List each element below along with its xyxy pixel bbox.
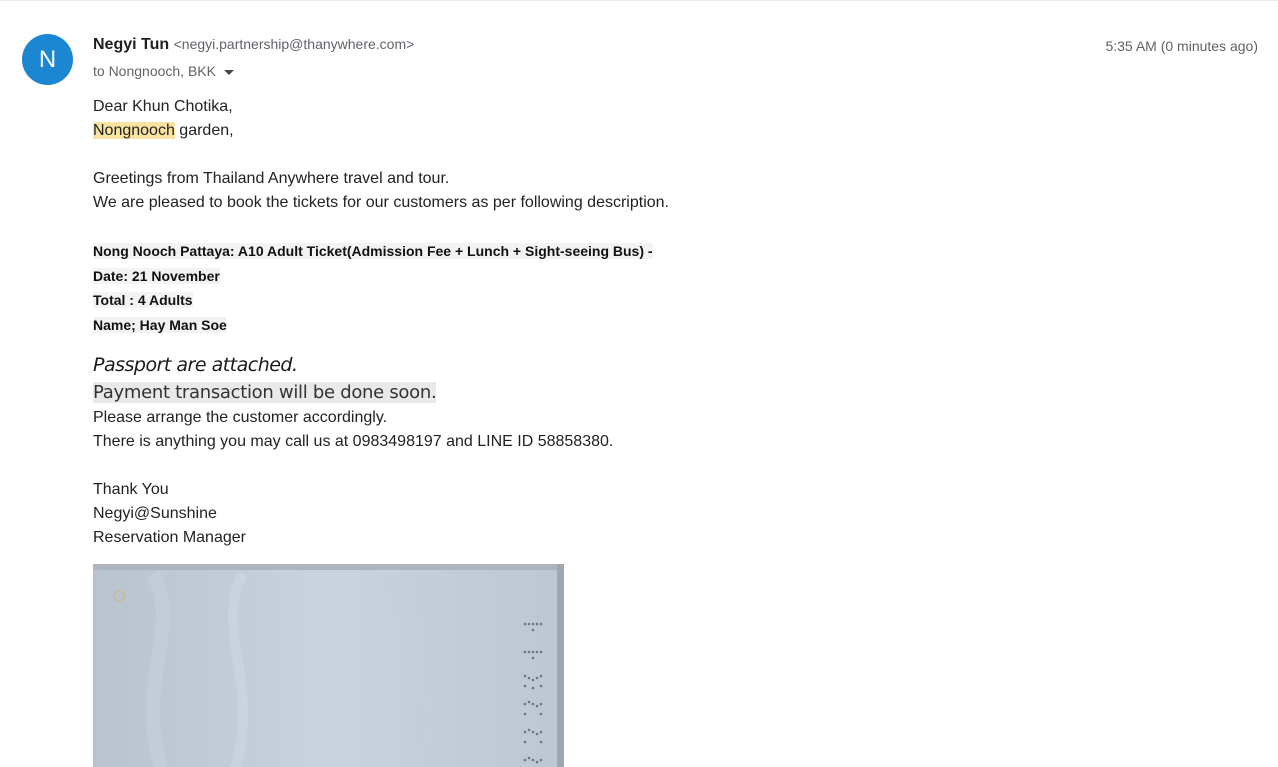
thanks-line: Thank You [93,481,169,498]
passport-scan-image[interactable] [93,564,564,767]
message-body: Dear Khun Chotika, Nongnooch garden, Gre… [93,95,1193,550]
email-message: N Negyi Tun <negyi.partnership@thanywher… [0,0,1278,767]
passport-scan-graphic [93,564,564,767]
recipients-text: to Nongnooch, BKK [93,63,216,79]
title-line: Reservation Manager [93,529,246,546]
payment-line: Payment transaction will be done soon. [93,379,1193,406]
sender-line: Negyi Tun <negyi.partnership@thanywhere.… [93,36,414,54]
total-line: Total : 4 Adults [93,288,1193,313]
place-rest: garden, [174,122,234,139]
place-highlight: Nongnooch [93,122,175,139]
chevron-down-icon[interactable] [223,69,234,75]
arrange-line: Please arrange the customer accordingly. [93,409,388,426]
timestamp: 5:35 AM (0 minutes ago) [1105,38,1258,54]
date-line: Date: 21 November [93,264,1193,289]
sender-email[interactable]: <negyi.partnership@thanywhere.com> [174,36,415,52]
sender-name[interactable]: Negyi Tun [93,36,169,53]
avatar[interactable]: N [22,34,73,85]
greeting: Dear Khun Chotika, [93,98,233,115]
ticket-line: Nong Nooch Pattaya: A10 Adult Ticket(Adm… [93,239,1193,264]
passport-text: Passport are attached. [93,354,298,376]
intro-line-1: Greetings from Thailand Anywhere travel … [93,170,450,187]
date-text: Date: 21 November [93,267,220,284]
name-line: Name; Hay Man Soe [93,313,1193,338]
intro-line-2: We are pleased to book the tickets for o… [93,194,669,211]
payment-text: Payment transaction will be done soon. [93,382,437,403]
recipients-line[interactable]: to Nongnooch, BKK [93,63,234,79]
place-line: Nongnooch garden, [93,119,1193,143]
total-text: Total : 4 Adults [93,292,193,308]
contact-line: There is anything you may call us at 098… [93,433,614,450]
passport-line: Passport are attached. [93,351,1193,379]
signature-line: Negyi@Sunshine [93,505,217,522]
name-text: Name; Hay Man Soe [93,316,227,333]
ticket-text: Nong Nooch Pattaya: A10 Adult Ticket(Adm… [93,243,653,259]
